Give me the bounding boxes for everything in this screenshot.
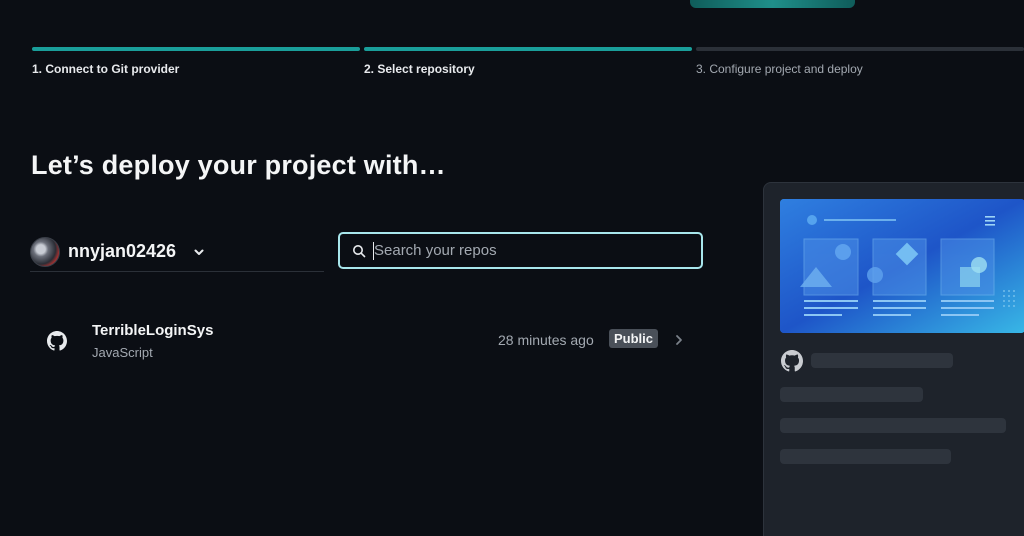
chevron-down-icon[interactable]	[192, 245, 206, 259]
account-selector[interactable]: nnyjan02426	[30, 232, 324, 272]
preview-panel	[763, 182, 1024, 536]
step-progress-bar	[696, 47, 1024, 51]
repo-updated-time: 28 minutes ago	[498, 332, 594, 348]
step-label: 2. Select repository	[364, 62, 475, 76]
github-icon	[781, 350, 803, 372]
step-configure-deploy: 3. Configure project and deploy	[696, 47, 1024, 76]
deploy-stepper: 1. Connect to Git provider 2. Select rep…	[32, 47, 1024, 76]
skeleton-line	[811, 353, 953, 368]
chevron-right-icon[interactable]	[673, 334, 685, 346]
step-progress-bar	[32, 47, 360, 51]
repo-info: TerribleLoginSys JavaScript	[92, 322, 213, 360]
repo-search[interactable]	[338, 232, 703, 269]
repo-list-item[interactable]: TerribleLoginSys JavaScript 28 minutes a…	[30, 310, 704, 372]
deploy-illustration	[780, 199, 1024, 333]
top-action-button[interactable]	[690, 0, 855, 8]
repo-language: JavaScript	[92, 345, 153, 360]
text-caret	[373, 242, 374, 260]
skeleton-line	[780, 387, 923, 402]
page-title: Let’s deploy your project with…	[31, 150, 446, 180]
avatar	[30, 236, 60, 267]
step-progress-bar	[364, 47, 692, 51]
skeleton-line	[780, 449, 951, 464]
github-icon	[47, 331, 67, 351]
account-name: nnyjan02426	[68, 241, 177, 261]
step-select-repo: 2. Select repository	[364, 47, 692, 76]
skeleton-line	[780, 418, 1006, 433]
visibility-badge: Public	[609, 329, 659, 348]
step-label: 3. Configure project and deploy	[696, 62, 863, 76]
step-connect-git: 1. Connect to Git provider	[32, 47, 360, 76]
search-input[interactable]	[374, 242, 684, 259]
repo-name: TerribleLoginSys	[92, 322, 214, 339]
search-icon	[353, 244, 366, 257]
step-label: 1. Connect to Git provider	[32, 62, 180, 76]
